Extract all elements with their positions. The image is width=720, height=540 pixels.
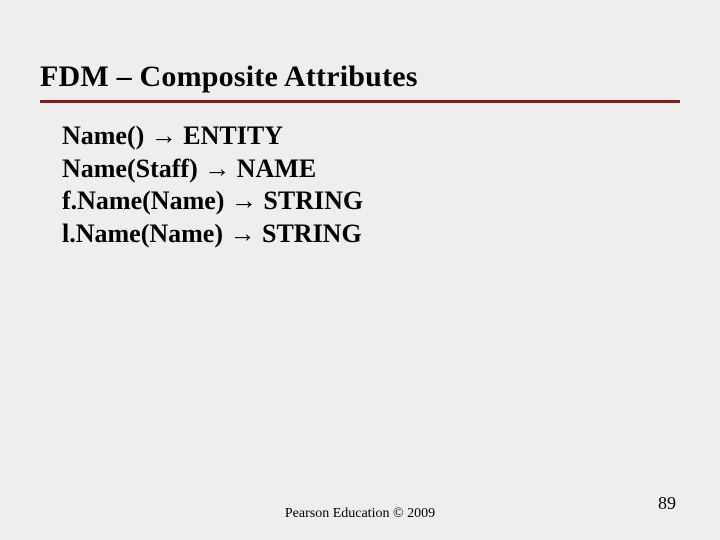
code-line: Name(Staff) → NAME (62, 153, 660, 186)
code-line: l.Name(Name) → STRING (62, 218, 660, 251)
footer-text: Pearson Education © 2009 (0, 506, 720, 522)
title-underline (40, 100, 680, 103)
code-line: Name() → ENTITY (62, 120, 660, 153)
slide: FDM – Composite Attributes Name() → ENTI… (0, 0, 720, 540)
slide-title: FDM – Composite Attributes (40, 60, 680, 100)
title-block: FDM – Composite Attributes (40, 60, 680, 103)
content-block: Name() → ENTITY Name(Staff) → NAME f.Nam… (62, 120, 660, 250)
page-number: 89 (658, 493, 676, 514)
code-line: f.Name(Name) → STRING (62, 185, 660, 218)
